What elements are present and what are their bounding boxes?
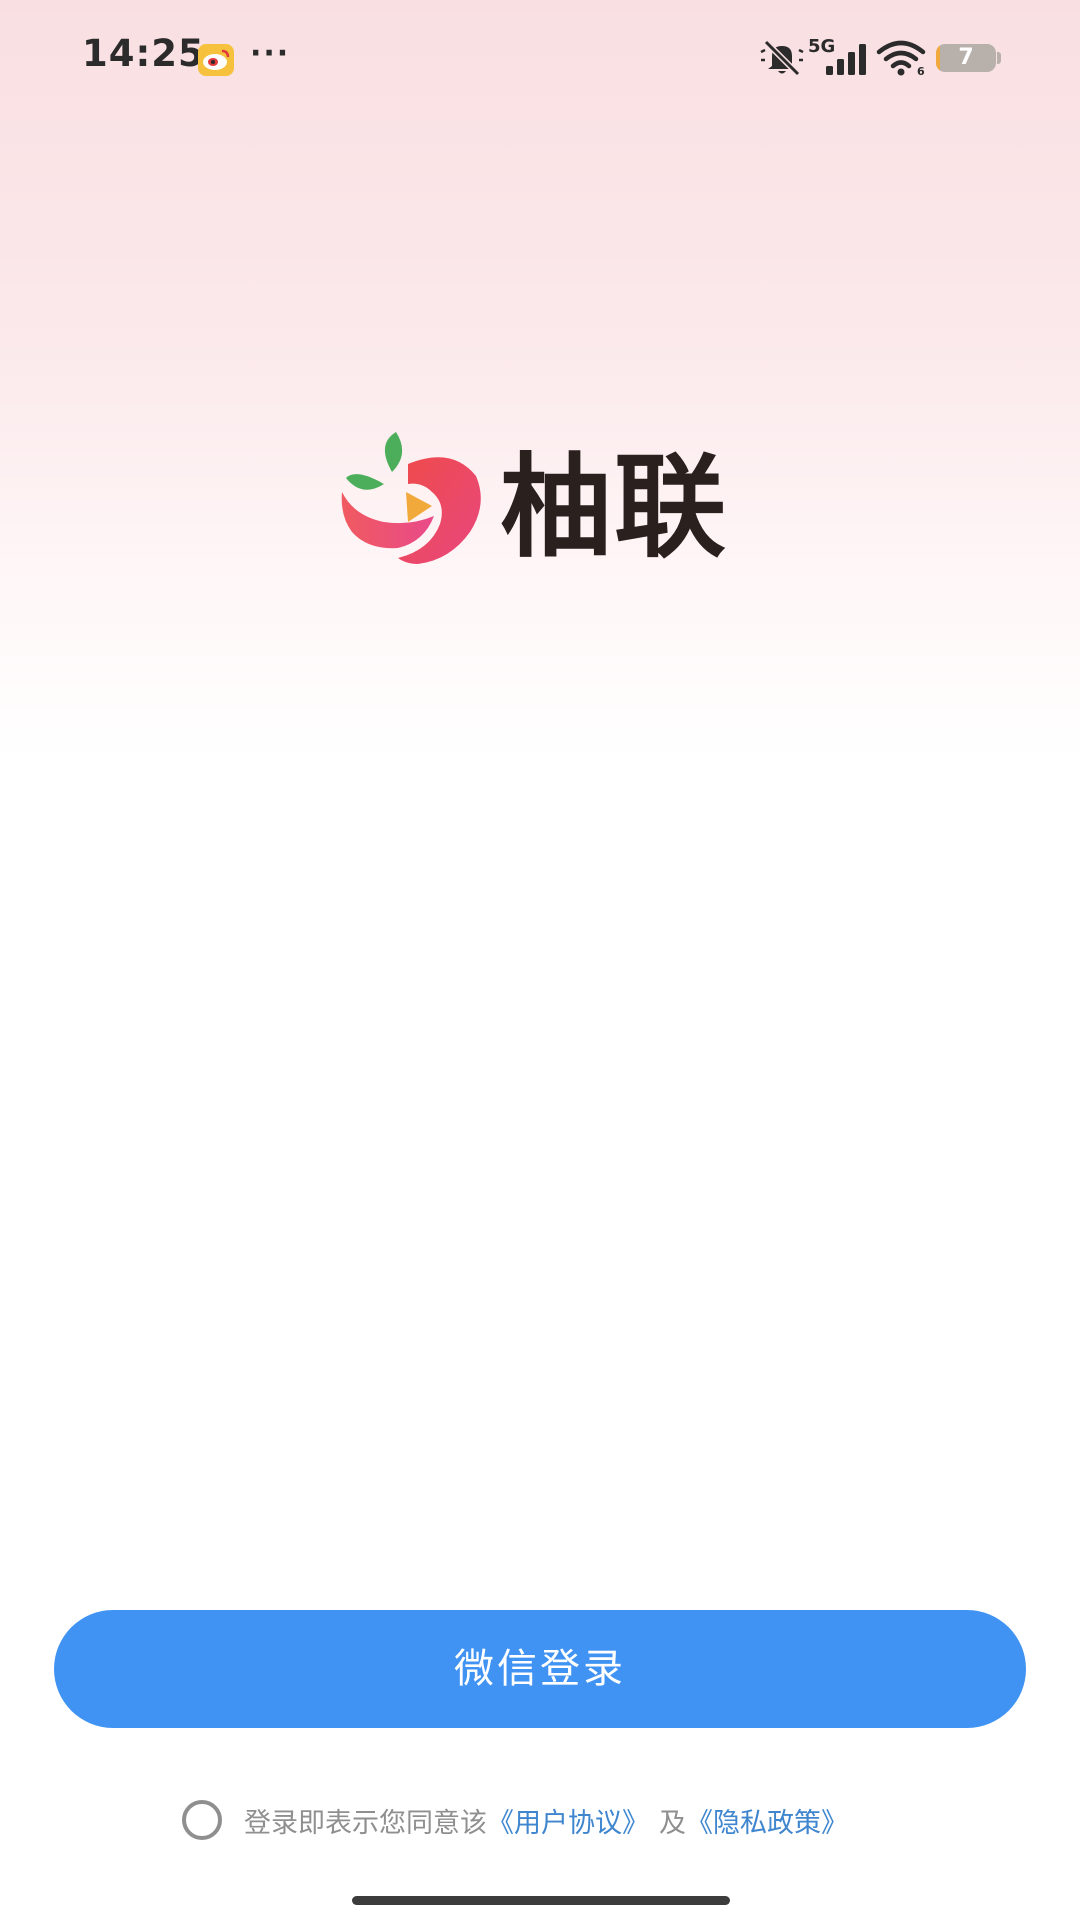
wifi-icon: 6 xyxy=(876,40,926,76)
status-bar: 14:25 ··· 5G 6 7 xyxy=(0,0,1080,120)
battery-tip xyxy=(997,52,1001,64)
agreement-prefix: 登录即表示您同意该 xyxy=(244,1807,487,1839)
agreement-joiner: 及 xyxy=(659,1807,686,1839)
svg-text:6: 6 xyxy=(917,65,925,76)
brand-name: 柚联 xyxy=(500,443,728,573)
privacy-policy-link[interactable]: 《隐私政策》 xyxy=(686,1801,848,1840)
signal-icon xyxy=(826,44,866,75)
wechat-login-button[interactable]: 微信登录 xyxy=(54,1610,1026,1728)
status-time: 14:25 xyxy=(82,32,205,75)
more-notifications-icon: ··· xyxy=(250,36,291,71)
home-indicator[interactable] xyxy=(352,1896,730,1905)
battery-level: 7 xyxy=(958,45,974,70)
user-agreement-link[interactable]: 《用户协议》 xyxy=(487,1801,649,1840)
agreement-row: 登录即表示您同意该 《用户协议》 及 《隐私政策》 xyxy=(182,1797,848,1843)
weibo-app-icon xyxy=(198,44,234,76)
yoolian-fruit-play-logo xyxy=(341,432,481,564)
mute-icon xyxy=(760,39,804,77)
agree-checkbox[interactable] xyxy=(182,1800,222,1840)
battery-icon: 7 xyxy=(936,44,996,72)
